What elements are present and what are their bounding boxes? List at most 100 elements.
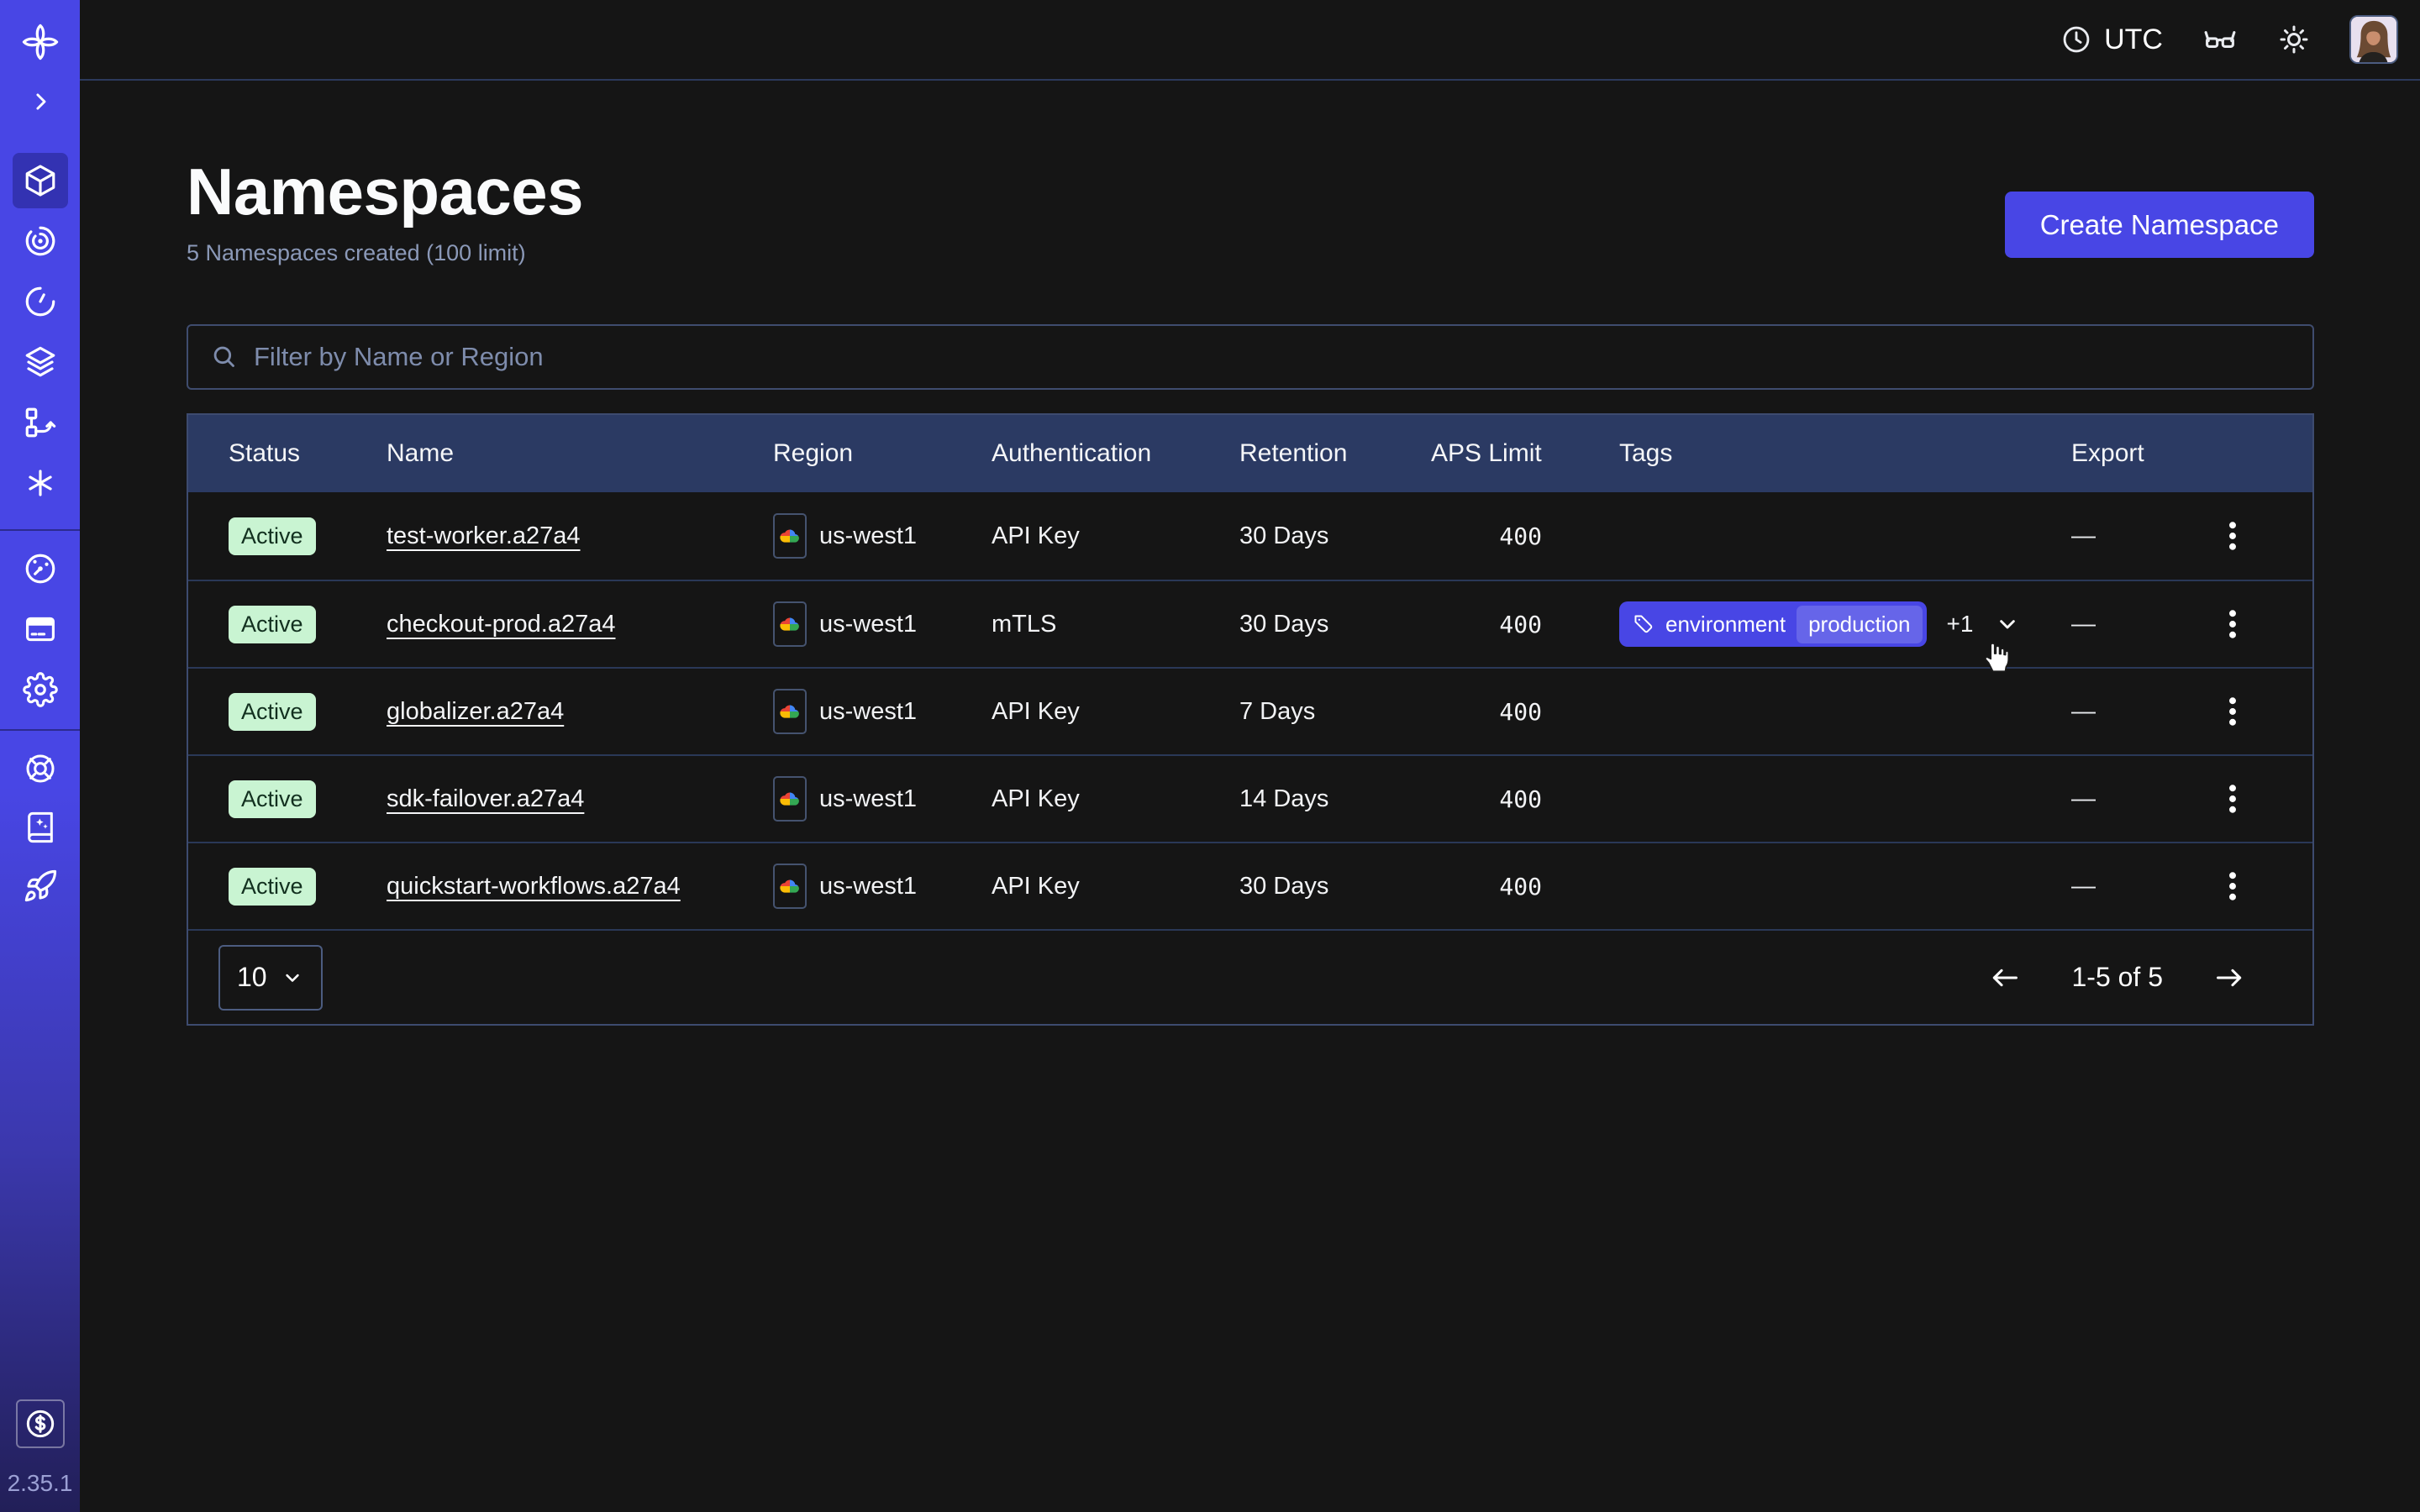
next-page-button[interactable] [2210,958,2249,997]
row-menu-button[interactable] [2213,687,2252,736]
row-menu-button[interactable] [2213,600,2252,648]
row-menu-button[interactable] [2213,862,2252,911]
retention-cell: 30 Days [1239,611,1431,638]
previous-page-button[interactable] [1986,958,2024,997]
retention-cell: 30 Days [1239,873,1431,900]
export-cell: — [2071,774,2312,823]
column-header-status: Status [229,439,387,468]
google-cloud-icon [773,776,807,822]
kebab-menu-icon [2218,692,2247,731]
sidebar-item-workflows[interactable] [13,395,68,450]
page-size-select[interactable]: 10 [218,945,323,1011]
aps-limit-cell: 400 [1431,611,1619,638]
authentication-cell: API Key [992,873,1239,900]
namespace-link[interactable]: checkout-prod.a27a4 [387,611,615,638]
region-label: us-west1 [819,873,917,900]
tag-icon [1633,613,1655,635]
name-cell: sdk-failover.a27a4 [387,785,773,813]
namespace-link[interactable]: sdk-failover.a27a4 [387,785,584,812]
namespace-link[interactable]: quickstart-workflows.a27a4 [387,873,681,900]
export-value: — [2071,522,2096,550]
sidebar-item-settings[interactable] [13,662,68,717]
search-icon [210,343,239,371]
authentication-cell: API Key [992,785,1239,813]
namespace-link[interactable]: globalizer.a27a4 [387,698,564,725]
export-value: — [2071,785,2096,813]
sidebar-item-support[interactable] [13,741,68,796]
expand-sidebar-chevron-icon[interactable] [13,74,68,129]
authentication-cell: API Key [992,698,1239,726]
region-cell: us-west1 [773,689,992,734]
chevron-down-icon [281,966,304,990]
main-content: Namespaces 5 Namespaces created (100 lim… [80,82,2420,1512]
export-cell: — [2071,687,2312,736]
table-header-row: Status Name Region Authentication Retent… [188,415,2312,492]
glasses-icon[interactable] [2202,21,2238,58]
column-header-export: Export [2071,439,2312,468]
region-label: us-west1 [819,698,917,726]
filter-input[interactable] [254,342,2291,372]
retention-cell: 7 Days [1239,698,1431,726]
region-label: us-west1 [819,785,917,813]
sidebar-item-deployments[interactable] [13,334,68,390]
status-badge: Active [229,780,316,818]
column-header-aps-limit: APS Limit [1431,439,1619,468]
sidebar-item-batch-operations[interactable] [13,455,68,511]
region-cell: us-west1 [773,601,992,647]
sidebar-item-getting-started[interactable] [13,858,68,914]
name-cell: test-worker.a27a4 [387,522,773,550]
column-header-region: Region [773,439,992,468]
aps-limit-cell: 400 [1431,873,1619,900]
user-avatar[interactable] [2349,15,2398,64]
region-cell: us-west1 [773,513,992,559]
kebab-menu-icon [2218,780,2247,818]
region-cell: us-west1 [773,776,992,822]
expand-tags-chevron-icon[interactable] [1993,610,2022,638]
filter-bar [187,324,2314,390]
temporal-logo-icon [13,14,68,70]
table-body: Active test-worker.a27a4 us-west1 API Ke… [188,492,2312,929]
sidebar-item-nexus[interactable] [13,213,68,269]
kebab-menu-icon [2218,517,2247,555]
credits-button[interactable] [16,1399,65,1448]
sidebar-item-billing[interactable] [13,601,68,657]
sidebar-item-usage[interactable] [13,541,68,596]
arrow-left-icon [1989,962,2021,994]
export-value: — [2071,698,2096,726]
status-badge: Active [229,868,316,906]
timezone-button[interactable]: UTC [2060,24,2163,56]
create-namespace-button[interactable]: Create Namespace [2005,192,2314,258]
export-cell: — [2071,600,2312,648]
dollar-badge-icon [24,1407,57,1441]
sun-icon[interactable] [2277,23,2311,56]
google-cloud-icon [773,513,807,559]
tag-badge[interactable]: environment production [1619,601,1927,647]
table-row: Active checkout-prod.a27a4 us-west1 mTLS [188,580,2312,667]
aps-limit-cell: 400 [1431,785,1619,813]
name-cell: checkout-prod.a27a4 [387,611,773,638]
topbar: UTC [80,0,2420,81]
export-cell: — [2071,512,2312,560]
retention-cell: 14 Days [1239,785,1431,813]
more-tags-count: +1 [1947,611,1974,638]
row-menu-button[interactable] [2213,774,2252,823]
sidebar-item-schedules[interactable] [13,274,68,329]
status-cell: Active [229,780,387,818]
export-cell: — [2071,862,2312,911]
namespace-link[interactable]: test-worker.a27a4 [387,522,581,549]
tag-key: environment [1665,612,1786,638]
sidebar-item-docs[interactable] [13,800,68,855]
status-cell: Active [229,693,387,731]
google-cloud-icon [773,601,807,647]
namespaces-table: Status Name Region Authentication Retent… [187,413,2314,1026]
authentication-cell: mTLS [992,611,1239,638]
table-row: Active sdk-failover.a27a4 us-west1 API K… [188,754,2312,842]
row-menu-button[interactable] [2213,512,2252,560]
authentication-cell: API Key [992,522,1239,550]
kebab-menu-icon [2218,605,2247,643]
name-cell: globalizer.a27a4 [387,698,773,726]
namespace-count-subtitle: 5 Namespaces created (100 limit) [187,240,2314,266]
sidebar-item-namespaces[interactable] [13,153,68,208]
status-cell: Active [229,868,387,906]
column-header-tags: Tags [1619,439,2071,468]
